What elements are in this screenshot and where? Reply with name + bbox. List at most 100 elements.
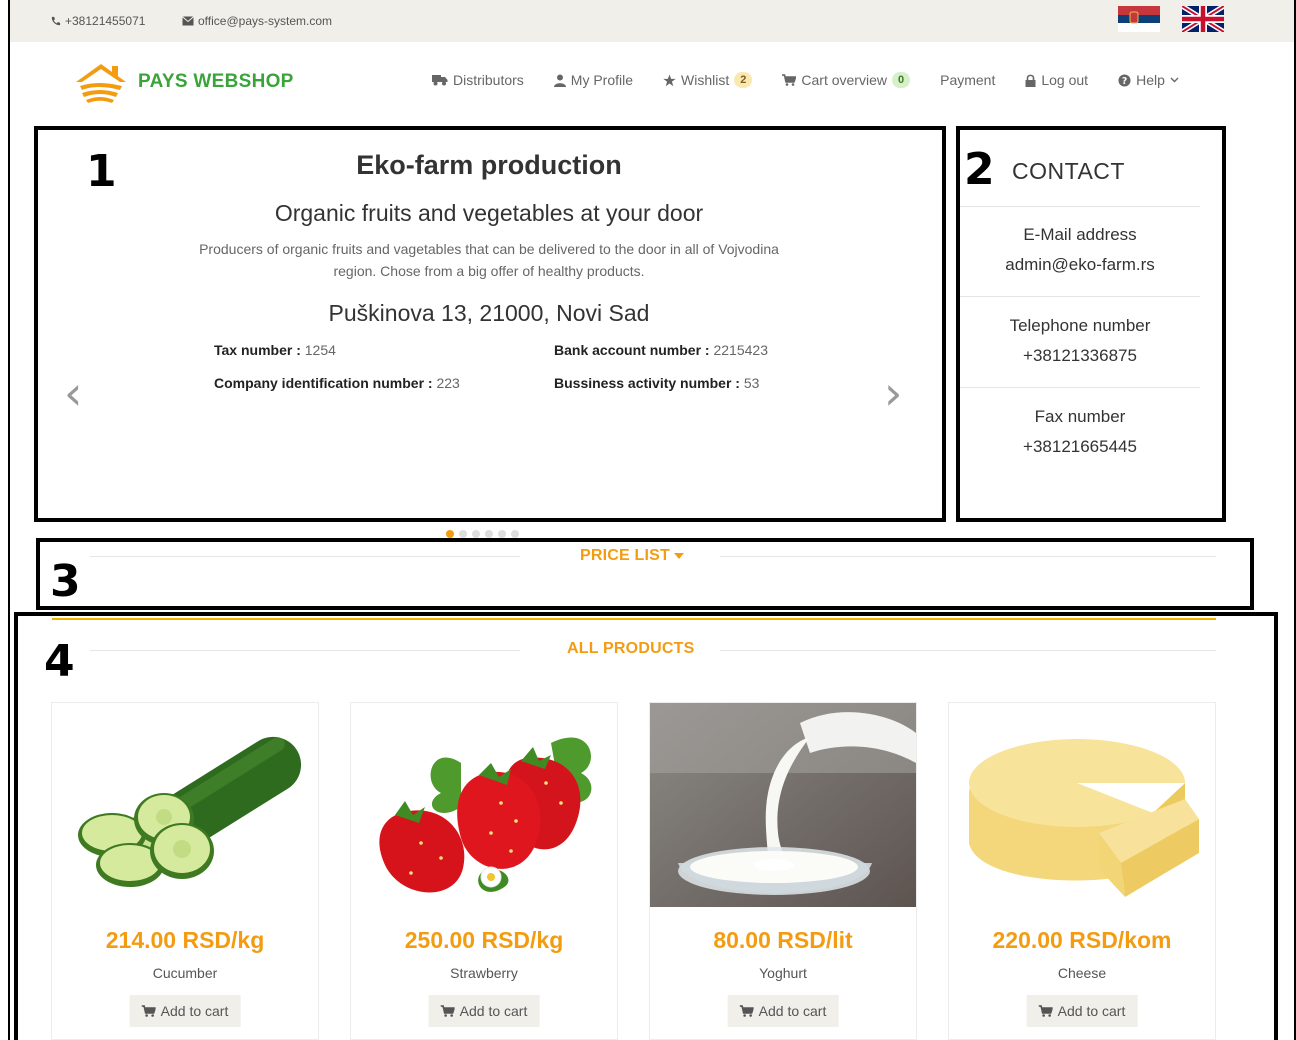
nav-cart-overview[interactable]: Cart overview 0 [782, 72, 911, 88]
slide-title: Eko-farm production [356, 150, 622, 180]
nav-log-out[interactable]: Log out [1025, 72, 1088, 88]
uk-flag-icon[interactable] [1182, 6, 1224, 32]
nav-cart-overview-label: Cart overview [801, 72, 887, 88]
bank-account-number: Bank account number : 2215423 [554, 342, 768, 358]
serbian-flag-icon[interactable] [1118, 6, 1160, 32]
cheese-image[interactable] [949, 703, 1215, 907]
price-list-toggle[interactable]: PRICE LIST [580, 547, 685, 565]
contact-fax-label: Fax number [1034, 407, 1126, 426]
nav-help-label: Help [1136, 72, 1165, 88]
contact-email-value[interactable]: admin@eko-farm.rs [960, 250, 1200, 280]
user-icon [553, 74, 566, 87]
product-card-yoghurt: 80.00 RSD/lit Yoghurt Add to cart [649, 702, 917, 1040]
add-to-cart-button[interactable]: Add to cart [727, 995, 839, 1027]
product-name[interactable]: Cheese [949, 965, 1215, 981]
contact-fax: Fax number +38121665445 [960, 402, 1200, 462]
truck-icon [432, 75, 448, 86]
products-line-right [720, 650, 1216, 651]
tax-number-label: Tax number : [214, 342, 301, 358]
top-bar: +38121455071 office@pays-system.com [10, 0, 1294, 42]
product-price: 220.00 RSD/kom [992, 927, 1172, 953]
topbar-phone: +38121455071 [50, 14, 145, 28]
brand-logo[interactable]: PAYS WEBSHOP [72, 60, 294, 104]
nav-wishlist-label: Wishlist [681, 72, 730, 88]
cart-count-badge: 0 [891, 72, 911, 88]
slide-subtitle: Organic fruits and vegetables at your do… [274, 200, 704, 226]
product-card-strawberry: 250.00 RSD/kg Strawberry Add to cart [350, 702, 618, 1040]
topbar-phone-text: +38121455071 [65, 14, 146, 28]
chevron-down-icon [1170, 77, 1179, 83]
products-top-rule [52, 618, 1216, 620]
business-activity-label: Bussiness activity number : [554, 375, 740, 391]
product-name[interactable]: Strawberry [351, 965, 617, 981]
add-to-cart-button[interactable]: Add to cart [428, 995, 540, 1027]
house-logo-icon [76, 64, 126, 103]
cart-icon [739, 1005, 754, 1017]
bank-account-value: 2215423 [713, 342, 768, 358]
strawberry-image[interactable] [351, 703, 617, 907]
cucumber-image[interactable] [52, 703, 318, 907]
annotation-number-4: 4 [44, 636, 75, 687]
product-price: 80.00 RSD/lit [713, 927, 853, 953]
annotation-number-3: 3 [50, 556, 81, 607]
contact-fax-value: +38121665445 [1023, 437, 1137, 456]
tax-number-value: 1254 [304, 342, 336, 358]
brand-name: PAYS WEBSHOP [138, 71, 294, 92]
company-id-label: Company identification number : [214, 375, 433, 391]
company-id-number: Company identification number : 223 [214, 375, 460, 391]
contact-email: E-Mail address admin@eko-farm.rs [960, 220, 1200, 280]
slide-address: Puškinova 13, 21000, Novi Sad [328, 300, 650, 326]
carousel-dot[interactable] [511, 530, 519, 538]
nav-my-profile[interactable]: My Profile [553, 72, 633, 88]
main-nav: Distributors My Profile Wishlist 2 Cart … [432, 72, 1179, 88]
add-to-cart-button[interactable]: Add to cart [1026, 995, 1138, 1027]
nav-distributors-label: Distributors [453, 72, 524, 88]
contact-phone-label: Telephone number [1009, 316, 1151, 335]
all-products-title: ALL PRODUCTS [567, 640, 695, 657]
cart-icon [1038, 1005, 1053, 1017]
carousel-dots [446, 530, 519, 538]
add-to-cart-label: Add to cart [160, 1003, 229, 1019]
carousel-prev-arrow[interactable]: ‹ [64, 366, 82, 420]
nav-help[interactable]: ? Help [1118, 72, 1179, 88]
cart-icon [141, 1005, 156, 1017]
business-activity-value: 53 [743, 375, 760, 391]
wishlist-count-badge: 2 [734, 72, 753, 88]
nav-payment[interactable]: Payment [940, 72, 995, 88]
add-to-cart-button[interactable]: Add to cart [129, 995, 241, 1027]
cart-icon [782, 74, 797, 86]
nav-wishlist[interactable]: Wishlist 2 [663, 72, 753, 88]
contact-phone-value: +38121336875 [1023, 346, 1137, 365]
carousel-dot[interactable] [446, 530, 454, 538]
carousel-dot[interactable] [485, 530, 493, 538]
contact-divider [960, 296, 1200, 297]
envelope-icon [182, 16, 194, 26]
cart-icon [440, 1005, 455, 1017]
info-carousel: Eko-farm production Organic fruits and v… [38, 130, 940, 518]
bank-account-label: Bank account number : [554, 342, 710, 358]
product-name[interactable]: Cucumber [52, 965, 318, 981]
products-line-left [90, 650, 520, 651]
carousel-dot[interactable] [459, 530, 467, 538]
add-to-cart-label: Add to cart [758, 1003, 827, 1019]
carousel-next-arrow[interactable]: › [884, 366, 902, 420]
svg-text:?: ? [1122, 76, 1127, 87]
contact-phone: Telephone number +38121336875 [960, 311, 1200, 371]
price-list-title: PRICE LIST [580, 547, 671, 564]
carousel-dot[interactable] [498, 530, 506, 538]
slide-description: Producers of organic fruits and vagetabl… [199, 241, 779, 279]
contact-panel: CONTACT E-Mail address admin@eko-farm.rs… [960, 130, 1222, 518]
topbar-email-text: office@pays-system.com [198, 14, 332, 28]
topbar-email[interactable]: office@pays-system.com [182, 14, 332, 28]
carousel-dot[interactable] [472, 530, 480, 538]
star-icon [663, 74, 676, 86]
nav-payment-label: Payment [940, 72, 996, 88]
product-price: 214.00 RSD/kg [105, 927, 265, 953]
nav-distributors[interactable]: Distributors [432, 72, 524, 88]
tax-number: Tax number : 1254 [214, 342, 336, 358]
product-name[interactable]: Yoghurt [650, 965, 916, 981]
product-card-cheese: 220.00 RSD/kom Cheese Add to cart [948, 702, 1216, 1040]
add-to-cart-label: Add to cart [459, 1003, 528, 1019]
yoghurt-image[interactable] [650, 703, 916, 907]
lock-icon [1025, 74, 1036, 87]
